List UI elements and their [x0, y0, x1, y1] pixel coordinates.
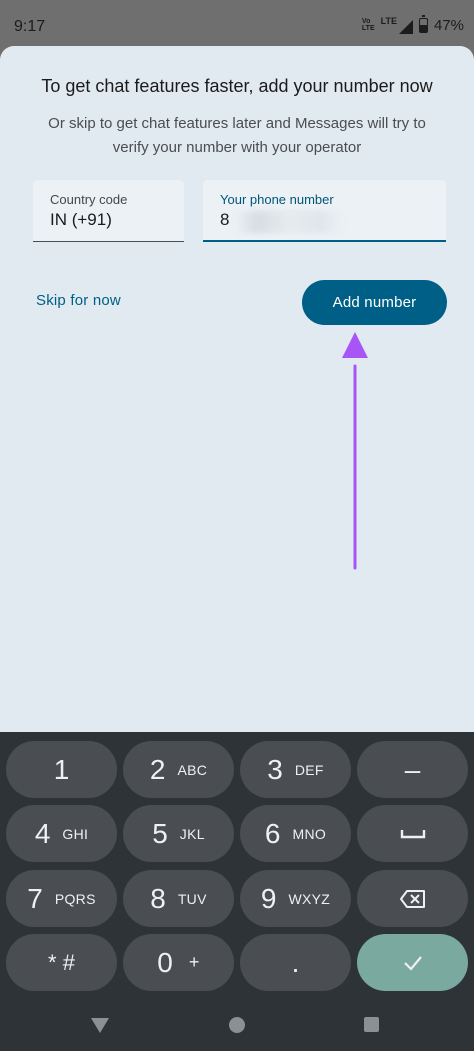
annotation-arrow-icon [342, 332, 368, 570]
country-code-value: IN (+91) [50, 210, 112, 229]
network-type: LTE [380, 16, 397, 26]
key-letters: PQRS [54, 890, 96, 907]
space-icon [400, 829, 425, 838]
phone-number-value: 8 [220, 210, 230, 229]
key-letters: ABC [177, 761, 208, 778]
key-star-hash[interactable]: * # [6, 934, 117, 991]
key-digit: 7 [27, 882, 43, 914]
status-time: 9:17 [14, 18, 46, 35]
key-9[interactable]: 9 WXYZ [240, 870, 351, 927]
key-5[interactable]: 5 JKL [123, 805, 234, 862]
key-minus[interactable]: – [357, 741, 468, 798]
key-digit: 6 [264, 817, 281, 849]
key-digit: 8 [150, 882, 166, 914]
volte-mid: LTE [361, 25, 375, 32]
key-digit: * # [48, 949, 75, 975]
key-letters: WXYZ [288, 890, 331, 907]
battery-fill [419, 25, 427, 32]
key-1[interactable]: 1 [6, 741, 117, 798]
country-code-label: Country code [50, 192, 128, 207]
status-icons: Vo LTE LTE 47% [362, 14, 464, 34]
key-digit: 9 [260, 882, 277, 914]
key-decimal[interactable]: . [240, 934, 351, 991]
check-icon [403, 955, 422, 971]
key-backspace[interactable] [357, 870, 468, 927]
key-6[interactable]: 6 MNO [240, 805, 351, 862]
back-icon[interactable] [90, 1016, 110, 1034]
country-code-field[interactable]: Country code IN (+91) [33, 180, 184, 242]
network-indicator: LTE [381, 16, 413, 34]
add-number-button[interactable]: Add number [302, 280, 447, 325]
key-8[interactable]: 8 TUV [123, 870, 234, 927]
battery-icon [418, 14, 428, 33]
redacted-phone-digits [235, 211, 343, 233]
key-letters: JKL [179, 825, 205, 842]
phone-number-label: Your phone number [220, 192, 334, 207]
key-digit: – [404, 753, 421, 785]
key-letters: MNO [292, 825, 327, 842]
skip-for-now-button[interactable]: Skip for now [36, 292, 121, 309]
sheet-subtitle: Or skip to get chat features later and M… [48, 115, 426, 156]
key-digit: . [291, 946, 300, 978]
key-digit: 5 [152, 817, 168, 849]
signal-icon [398, 20, 413, 34]
numeric-keypad: 1 2 ABC 3 DEF – 4 GHI 5 JKL 6 MNO 7 PQRS 8 TUV … [0, 732, 474, 1002]
key-letters: DEF [294, 761, 324, 778]
key-done[interactable] [357, 934, 468, 991]
key-3[interactable]: 3 DEF [240, 741, 351, 798]
phone-number-field[interactable]: Your phone number 8 [203, 180, 446, 242]
key-letters: TUV [177, 890, 207, 907]
status-bar: 9:17 Vo LTE LTE 47% [0, 0, 474, 50]
key-digit: 3 [267, 753, 283, 785]
key-digit: 0 [157, 946, 173, 978]
navigation-bar [0, 1002, 474, 1051]
key-2[interactable]: 2 ABC [123, 741, 234, 798]
key-letters: + [188, 952, 200, 972]
key-7[interactable]: 7 PQRS [6, 870, 117, 927]
key-0[interactable]: 0 + [123, 934, 234, 991]
home-icon[interactable] [229, 1017, 245, 1033]
key-4[interactable]: 4 GHI [6, 805, 117, 862]
volte-indicator: Vo LTE [362, 18, 375, 32]
key-digit: 2 [149, 753, 166, 785]
key-digit: 1 [53, 753, 70, 785]
volte-top: Vo [361, 18, 371, 25]
battery-percent: 47% [433, 16, 464, 34]
key-letters: GHI [62, 825, 89, 842]
add-number-sheet: To get chat features faster, add your nu… [0, 46, 474, 732]
key-digit: 4 [34, 817, 51, 849]
sheet-title: To get chat features faster, add your nu… [41, 76, 433, 96]
key-space[interactable] [357, 805, 468, 862]
backspace-icon [399, 889, 425, 908]
recents-icon[interactable] [364, 1017, 379, 1032]
